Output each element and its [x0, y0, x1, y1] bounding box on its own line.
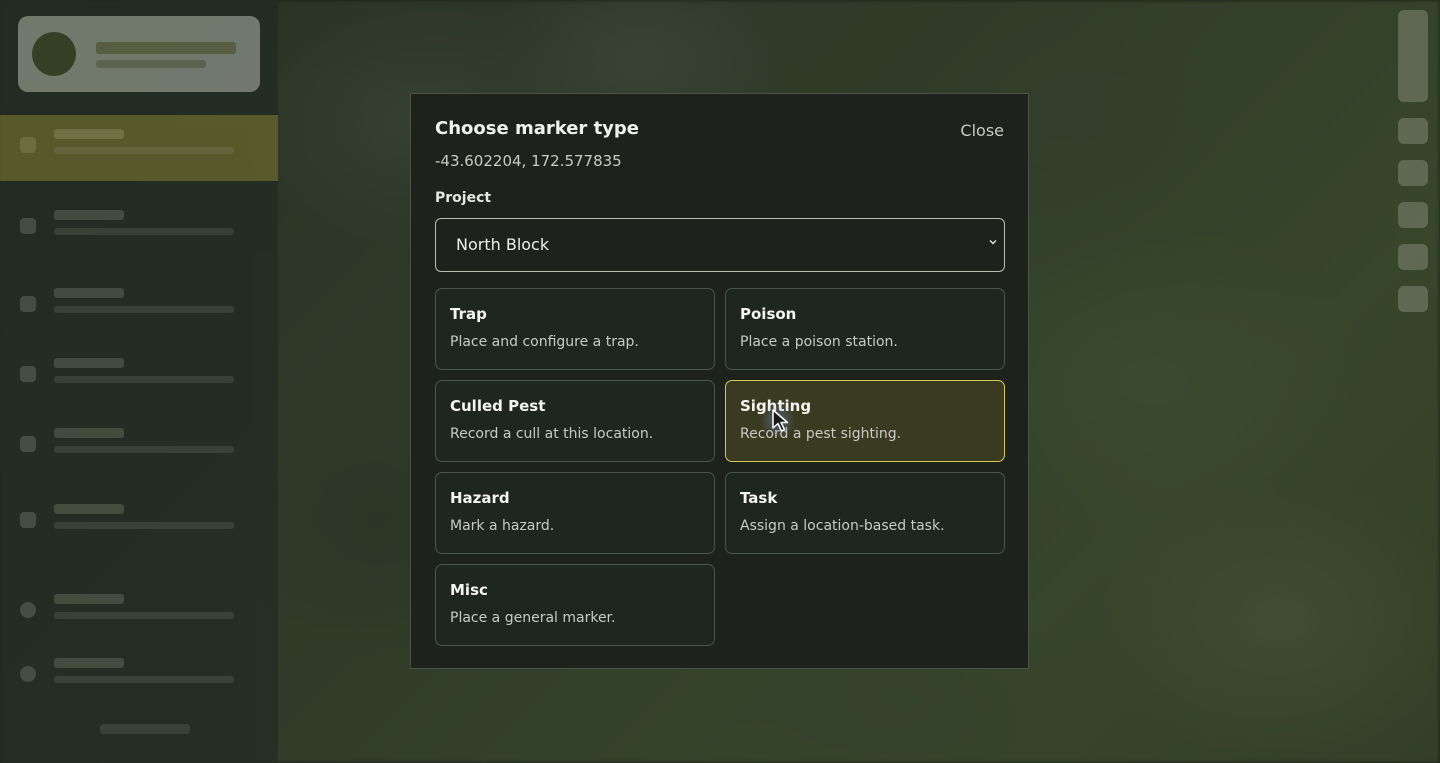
- project-label: Project: [435, 190, 492, 206]
- card-title: Culled Pest: [450, 397, 546, 415]
- nav-sublabel: [54, 376, 234, 383]
- logo-tagline: [96, 60, 206, 68]
- sidebar-item[interactable]: [0, 414, 278, 474]
- zoom-control[interactable]: [1398, 10, 1428, 102]
- nav-icon: [20, 137, 36, 153]
- nav-sublabel: [54, 676, 234, 683]
- nav-label: [54, 210, 124, 220]
- sidebar: [0, 0, 278, 763]
- coordinates-text: -43.602204, 172.577835: [435, 152, 622, 170]
- sidebar-item[interactable]: [0, 580, 278, 640]
- nav-icon: [20, 218, 36, 234]
- logo-emblem: [32, 32, 76, 76]
- sidebar-item-active[interactable]: [0, 115, 278, 181]
- map-tool-button[interactable]: [1398, 160, 1428, 186]
- map-tool-button[interactable]: [1398, 244, 1428, 270]
- chevron-down-icon: [989, 240, 997, 245]
- card-description: Record a pest sighting.: [740, 426, 902, 442]
- nav-icon: [20, 366, 36, 382]
- map-tool-button[interactable]: [1398, 118, 1428, 144]
- nav-sublabel: [54, 306, 234, 313]
- card-description: Record a cull at this location.: [450, 426, 654, 442]
- nav-sublabel: [54, 228, 234, 235]
- card-title: Misc: [450, 581, 488, 599]
- marker-type-task[interactable]: Task Assign a location-based task.: [725, 472, 1005, 554]
- marker-type-dialog: Choose marker type Close -43.602204, 172…: [410, 93, 1029, 669]
- nav-label: [54, 358, 124, 368]
- app-logo: [18, 16, 260, 92]
- nav-label: [54, 129, 124, 139]
- nav-icon: [20, 512, 36, 528]
- card-description: Assign a location-based task.: [740, 518, 945, 534]
- marker-type-misc[interactable]: Misc Place a general marker.: [435, 564, 715, 646]
- nav-sublabel: [54, 147, 234, 154]
- sidebar-item[interactable]: [0, 644, 278, 704]
- map-controls: [1398, 10, 1428, 315]
- sidebar-collapse-button[interactable]: [100, 724, 190, 734]
- map-tool-button[interactable]: [1398, 202, 1428, 228]
- dialog-title: Choose marker type: [435, 118, 639, 139]
- nav-icon: [20, 666, 36, 682]
- logo-wordmark: [96, 42, 236, 54]
- marker-type-culled-pest[interactable]: Culled Pest Record a cull at this locati…: [435, 380, 715, 462]
- sidebar-item[interactable]: [0, 344, 278, 404]
- marker-type-trap[interactable]: Trap Place and configure a trap.: [435, 288, 715, 370]
- marker-type-hazard[interactable]: Hazard Mark a hazard.: [435, 472, 715, 554]
- card-description: Place a poison station.: [740, 334, 898, 350]
- sidebar-item[interactable]: [0, 490, 278, 550]
- nav-label: [54, 288, 124, 298]
- project-select-value: North Block: [456, 235, 550, 254]
- close-button[interactable]: Close: [960, 121, 1004, 140]
- card-title: Task: [740, 489, 778, 507]
- card-title: Hazard: [450, 489, 510, 507]
- project-select[interactable]: North Block: [435, 218, 1005, 272]
- card-description: Place and configure a trap.: [450, 334, 639, 350]
- map-tool-button[interactable]: [1398, 286, 1428, 312]
- nav-icon: [20, 296, 36, 312]
- card-title: Trap: [450, 305, 487, 323]
- nav-label: [54, 594, 124, 604]
- card-title: Poison: [740, 305, 797, 323]
- sidebar-item[interactable]: [0, 274, 278, 334]
- card-description: Place a general marker.: [450, 610, 616, 626]
- card-description: Mark a hazard.: [450, 518, 555, 534]
- nav-sublabel: [54, 522, 234, 529]
- nav-icon: [20, 436, 36, 452]
- marker-type-sighting[interactable]: Sighting Record a pest sighting.: [725, 380, 1005, 462]
- nav-icon: [20, 602, 36, 618]
- sidebar-item[interactable]: [0, 196, 278, 256]
- marker-type-poison[interactable]: Poison Place a poison station.: [725, 288, 1005, 370]
- nav-sublabel: [54, 612, 234, 619]
- nav-label: [54, 658, 124, 668]
- nav-sublabel: [54, 446, 234, 453]
- nav-label: [54, 504, 124, 514]
- card-title: Sighting: [740, 397, 812, 415]
- nav-label: [54, 428, 124, 438]
